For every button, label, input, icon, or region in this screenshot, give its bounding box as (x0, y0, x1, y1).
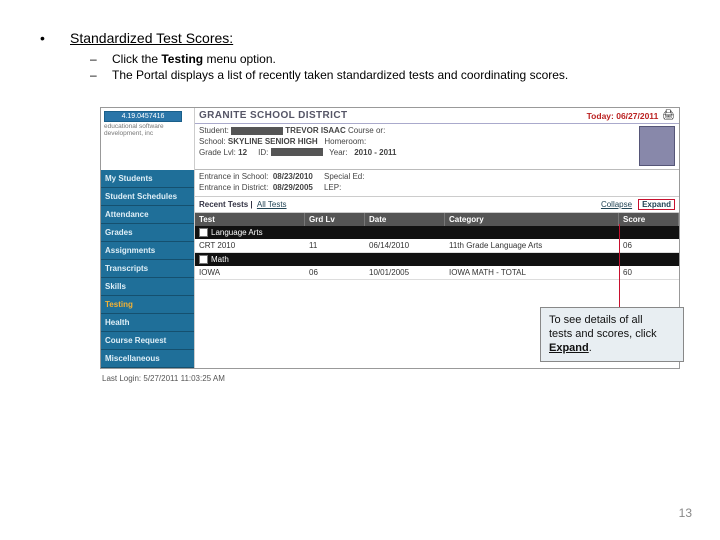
cell-grd: 11 (305, 239, 365, 252)
collapse-link[interactable]: Collapse (601, 200, 632, 209)
logo-area: 4.19.0457416 educational software develo… (101, 108, 195, 170)
callout-leader-line (619, 224, 620, 314)
page-number: 13 (679, 506, 692, 520)
section-row-math[interactable]: Math (195, 253, 679, 266)
instruction-2: The Portal displays a list of recently t… (112, 68, 568, 82)
last-login: Last Login: 5/27/2011 11:03:25 AM (100, 369, 680, 383)
sidebar: My Students Student Schedules Attendance… (101, 170, 195, 368)
logo-subtitle: educational software development, inc (104, 124, 191, 138)
portal-screenshot: 4.19.0457416 educational software develo… (100, 107, 680, 383)
sidebar-item-miscellaneous[interactable]: Miscellaneous (101, 350, 194, 368)
cell-test: CRT 2010 (195, 239, 305, 252)
expand-callout: To see details of all tests and scores, … (540, 307, 684, 362)
sidebar-item-health[interactable]: Health (101, 314, 194, 332)
dash-icon: – (90, 52, 112, 66)
sidebar-item-student-schedules[interactable]: Student Schedules (101, 188, 194, 206)
cell-test: IOWA (195, 266, 305, 279)
school-label: School: (199, 137, 226, 146)
district-name: GRANITE SCHOOL DISTRICT (199, 110, 347, 121)
sidebar-item-grades[interactable]: Grades (101, 224, 194, 242)
year-value: 2010 - 2011 (354, 148, 396, 157)
course-label: Course or: (348, 126, 385, 135)
th-grd: Grd Lv (305, 213, 365, 226)
th-score: Score (619, 213, 679, 226)
student-value: TREVOR ISAAC (285, 126, 345, 135)
table-row: CRT 2010 11 06/14/2010 11th Grade Langua… (195, 239, 679, 253)
sidebar-item-testing[interactable]: Testing (101, 296, 194, 314)
sidebar-item-course-request[interactable]: Course Request (101, 332, 194, 350)
cell-date: 06/14/2010 (365, 239, 445, 252)
cell-score: 60 (619, 266, 679, 279)
school-value: SKYLINE SENIOR HIGH (228, 137, 318, 146)
homeroom-label: Homeroom: (324, 137, 366, 146)
checkbox-icon[interactable] (199, 255, 208, 264)
bullet-dot: • (40, 30, 70, 46)
cell-cat: IOWA MATH - TOTAL (445, 266, 619, 279)
sidebar-item-transcripts[interactable]: Transcripts (101, 260, 194, 278)
dash-icon: – (90, 68, 112, 82)
sidebar-item-skills[interactable]: Skills (101, 278, 194, 296)
sidebar-item-attendance[interactable]: Attendance (101, 206, 194, 224)
checkbox-icon[interactable] (199, 228, 208, 237)
all-tests-link[interactable]: All Tests (257, 200, 287, 209)
table-header-row: Test Grd Lv Date Category Score (195, 213, 679, 226)
table-row: IOWA 06 10/01/2005 IOWA MATH - TOTAL 60 (195, 266, 679, 280)
cell-date: 10/01/2005 (365, 266, 445, 279)
status-line: Entrance in School: 08/23/2010 Special E… (195, 170, 679, 197)
sidebar-item-my-students[interactable]: My Students (101, 170, 194, 188)
sidebar-item-assignments[interactable]: Assignments (101, 242, 194, 260)
print-icon[interactable]: 🖨 (662, 110, 675, 121)
redacted-id (271, 148, 323, 156)
th-test: Test (195, 213, 305, 226)
today-date: Today: 06/27/2011 (587, 111, 659, 121)
student-avatar (639, 126, 675, 166)
student-label: Student: (199, 126, 229, 135)
cell-score: 06 (619, 239, 679, 252)
expand-link[interactable]: Expand (638, 199, 675, 210)
th-cat: Category (445, 213, 619, 226)
logo-version: 4.19.0457416 (104, 111, 182, 122)
instruction-1: Click the Testing menu option. (112, 52, 276, 66)
id-label: ID: (258, 148, 268, 157)
th-date: Date (365, 213, 445, 226)
section-row-language-arts[interactable]: Language Arts (195, 226, 679, 239)
year-label: Year: (329, 148, 347, 157)
section-title: Standardized Test Scores: (70, 30, 233, 46)
redacted-name (231, 127, 283, 135)
grade-label: Grade Lvl: (199, 148, 236, 157)
cell-grd: 06 (305, 266, 365, 279)
cell-cat: 11th Grade Language Arts (445, 239, 619, 252)
recent-tests-label: Recent Tests | (199, 200, 253, 209)
grade-value: 12 (238, 148, 247, 157)
recent-tests-bar: Recent Tests | All Tests Collapse Expand (195, 197, 679, 213)
